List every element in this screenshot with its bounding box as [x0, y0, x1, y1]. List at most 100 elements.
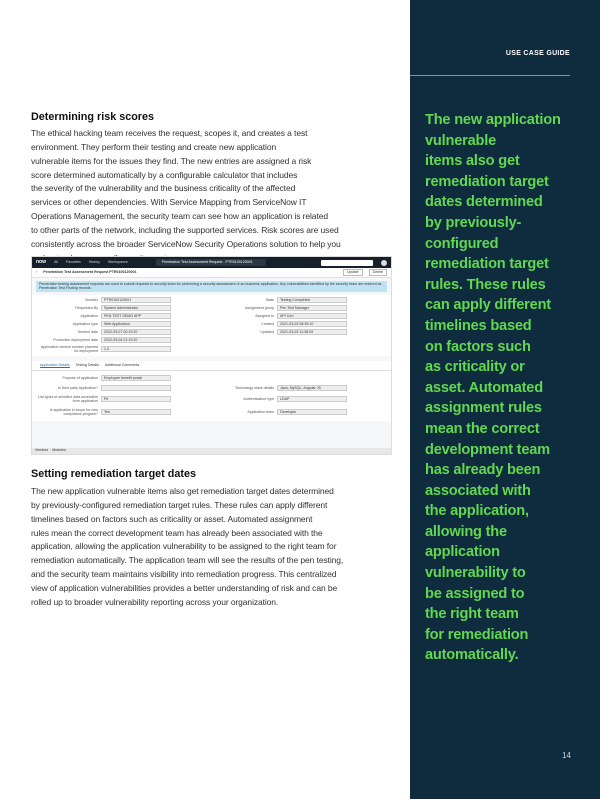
field-label: Requested By: [75, 305, 98, 310]
nav-history[interactable]: History: [89, 260, 100, 264]
section-title-remediation: Setting remediation target dates: [31, 468, 196, 480]
form-field: Is application in scope for new complian…: [38, 408, 208, 417]
field-input[interactable]: Pen Test Manager: [277, 304, 347, 311]
quote-line: the right team: [425, 606, 519, 623]
quote-line: has already been: [425, 462, 541, 479]
field-label: Assigned to: [255, 313, 274, 318]
quote-line: for remediation: [425, 626, 529, 643]
form-field: Authentication type LDAP: [214, 395, 384, 404]
form-field: Technology stack details Java, MySQL, Ang…: [214, 385, 384, 392]
field-input[interactable]: Java, MySQL, Angular JS: [277, 385, 347, 392]
form-tabs: Application Details Testing Details Addi…: [32, 360, 391, 372]
text-line: the severity of the vulnerability and th…: [31, 183, 296, 194]
field-label: Assignment group: [245, 305, 274, 310]
risk-scores-paragraph: The ethical hacking team receives the re…: [31, 127, 403, 265]
text-line: remediation automatically. The applicati…: [31, 555, 344, 566]
field-label: Is application in scope for new complian…: [49, 407, 98, 417]
tab-additional-comments[interactable]: Additional Comments: [105, 363, 139, 368]
field-label: Created: [261, 321, 274, 326]
text-line: view of application vulnerabilities prov…: [31, 582, 338, 593]
field-input[interactable]: Yes: [101, 409, 171, 416]
quote-line: allowing the: [425, 523, 507, 540]
logo: now: [36, 259, 46, 266]
field-input[interactable]: API Cert: [277, 312, 347, 319]
quote-line: The new application: [425, 112, 561, 128]
field-input[interactable]: 1.0: [101, 346, 171, 353]
field-label: State: [265, 297, 274, 302]
quote-line: development team: [425, 441, 550, 458]
field-label: List types of sensitive data accessible …: [38, 395, 98, 404]
text-line: timelines based on factors such as criti…: [31, 513, 313, 524]
field-input[interactable]: 2021-03-03 08:35:10: [277, 320, 347, 327]
form-field: Application PEN TEST DEMO APP: [38, 312, 208, 319]
form-field: Purpose of application Employee benefit p…: [38, 375, 208, 382]
quote-line: remediation target: [425, 173, 549, 190]
tab-testing-details[interactable]: Testing Details: [76, 363, 99, 368]
avatar[interactable]: [381, 259, 387, 266]
field-input[interactable]: Web Application: [101, 320, 171, 327]
field-label: Production deployment date: [53, 337, 98, 342]
field-input[interactable]: 2022-09-07 00:19:20: [101, 328, 171, 335]
quote-line: the application,: [425, 503, 529, 520]
form-field: Production deployment date 2022-09-04 01:…: [38, 336, 208, 343]
form-field: Application version number planned for d…: [38, 345, 208, 354]
form-field: [214, 375, 384, 381]
field-input[interactable]: LDAP: [277, 396, 347, 403]
quote-line: vulnerability to: [425, 565, 526, 582]
back-icon[interactable]: ‹: [36, 270, 37, 274]
delete-button[interactable]: Delete: [368, 269, 387, 276]
field-label: Technology stack details: [235, 385, 274, 390]
form-field: Updated 2021-03-03 11:38:09: [214, 328, 384, 335]
form-field: Created 2021-03-03 08:35:10: [214, 320, 384, 327]
text-line: environment. They perform their testing …: [31, 141, 277, 152]
form-field: Number PTR0100120001: [38, 296, 208, 303]
quote-line: items also get: [425, 153, 520, 170]
field-label: Application: [80, 313, 98, 318]
field-label: Updated: [260, 329, 274, 334]
info-banner: Penetration testing assessment requests …: [36, 281, 387, 292]
nav-workspaces[interactable]: Workspaces: [108, 260, 128, 264]
field-input[interactable]: Developer: [277, 409, 347, 416]
form-field: Assigned to API Cert: [214, 312, 384, 319]
field-input[interactable]: PTR0100120001: [101, 296, 171, 303]
quote-line: assignment rules: [425, 400, 542, 417]
field-label: Number: [85, 297, 98, 302]
tab-application-details[interactable]: Application Details: [40, 363, 70, 369]
quote-line: dates determined: [425, 194, 543, 211]
field-input[interactable]: 2021-03-03 11:38:09: [277, 328, 347, 335]
form-field: Desired date 2022-09-07 00:19:20: [38, 328, 208, 335]
form-field: Application team Developer: [214, 408, 384, 417]
field-label: Desired date: [77, 329, 98, 334]
text-line: application, allowing the application vu…: [31, 541, 337, 552]
quote-line: automatically.: [425, 647, 519, 664]
text-line: The ethical hacking team receives the re…: [31, 128, 308, 138]
form-field: State Testing Completed: [214, 296, 384, 303]
text-line: by previously-configured remediation tar…: [31, 499, 328, 510]
field-input[interactable]: [101, 385, 171, 392]
quote-line: timelines based: [425, 317, 532, 334]
field-input[interactable]: 2022-09-04 01:19:20: [101, 336, 171, 343]
tab-modules[interactable]: Modules: [52, 448, 66, 454]
field-label: Application type: [72, 321, 98, 326]
tab-vendors[interactable]: Vendors: [35, 448, 48, 454]
quote-line: asset. Automated: [425, 379, 543, 396]
nav-all[interactable]: All: [54, 260, 58, 264]
guide-label: USE CASE GUIDE: [505, 50, 570, 57]
field-input[interactable]: System Administrator: [101, 304, 171, 311]
field-input[interactable]: PEN TEST DEMO APP: [101, 312, 171, 319]
field-input[interactable]: Testing Completed: [277, 296, 347, 303]
update-button[interactable]: Update: [343, 269, 363, 276]
quote-line: as criticality or: [425, 359, 525, 376]
form-field: [214, 337, 384, 343]
section-title-risk-scores: Determining risk scores: [31, 111, 155, 123]
nav-favorites[interactable]: Favorites: [66, 260, 81, 264]
field-input[interactable]: Employee benefit portal: [101, 375, 171, 382]
search-input[interactable]: [321, 259, 373, 266]
field-input[interactable]: PII: [101, 396, 171, 403]
form-field: Application type Web Application: [38, 320, 208, 327]
app-topbar: now All Favorites History Workspaces Pen…: [32, 257, 391, 268]
context-pill[interactable]: Penetration Test Assessment Request - PT…: [155, 259, 266, 266]
pull-quote: The new application vulnerable items also …: [425, 110, 590, 666]
remediation-paragraph: The new application vulnerable items als…: [31, 485, 403, 610]
field-label: Application version number planned for d…: [40, 344, 98, 354]
